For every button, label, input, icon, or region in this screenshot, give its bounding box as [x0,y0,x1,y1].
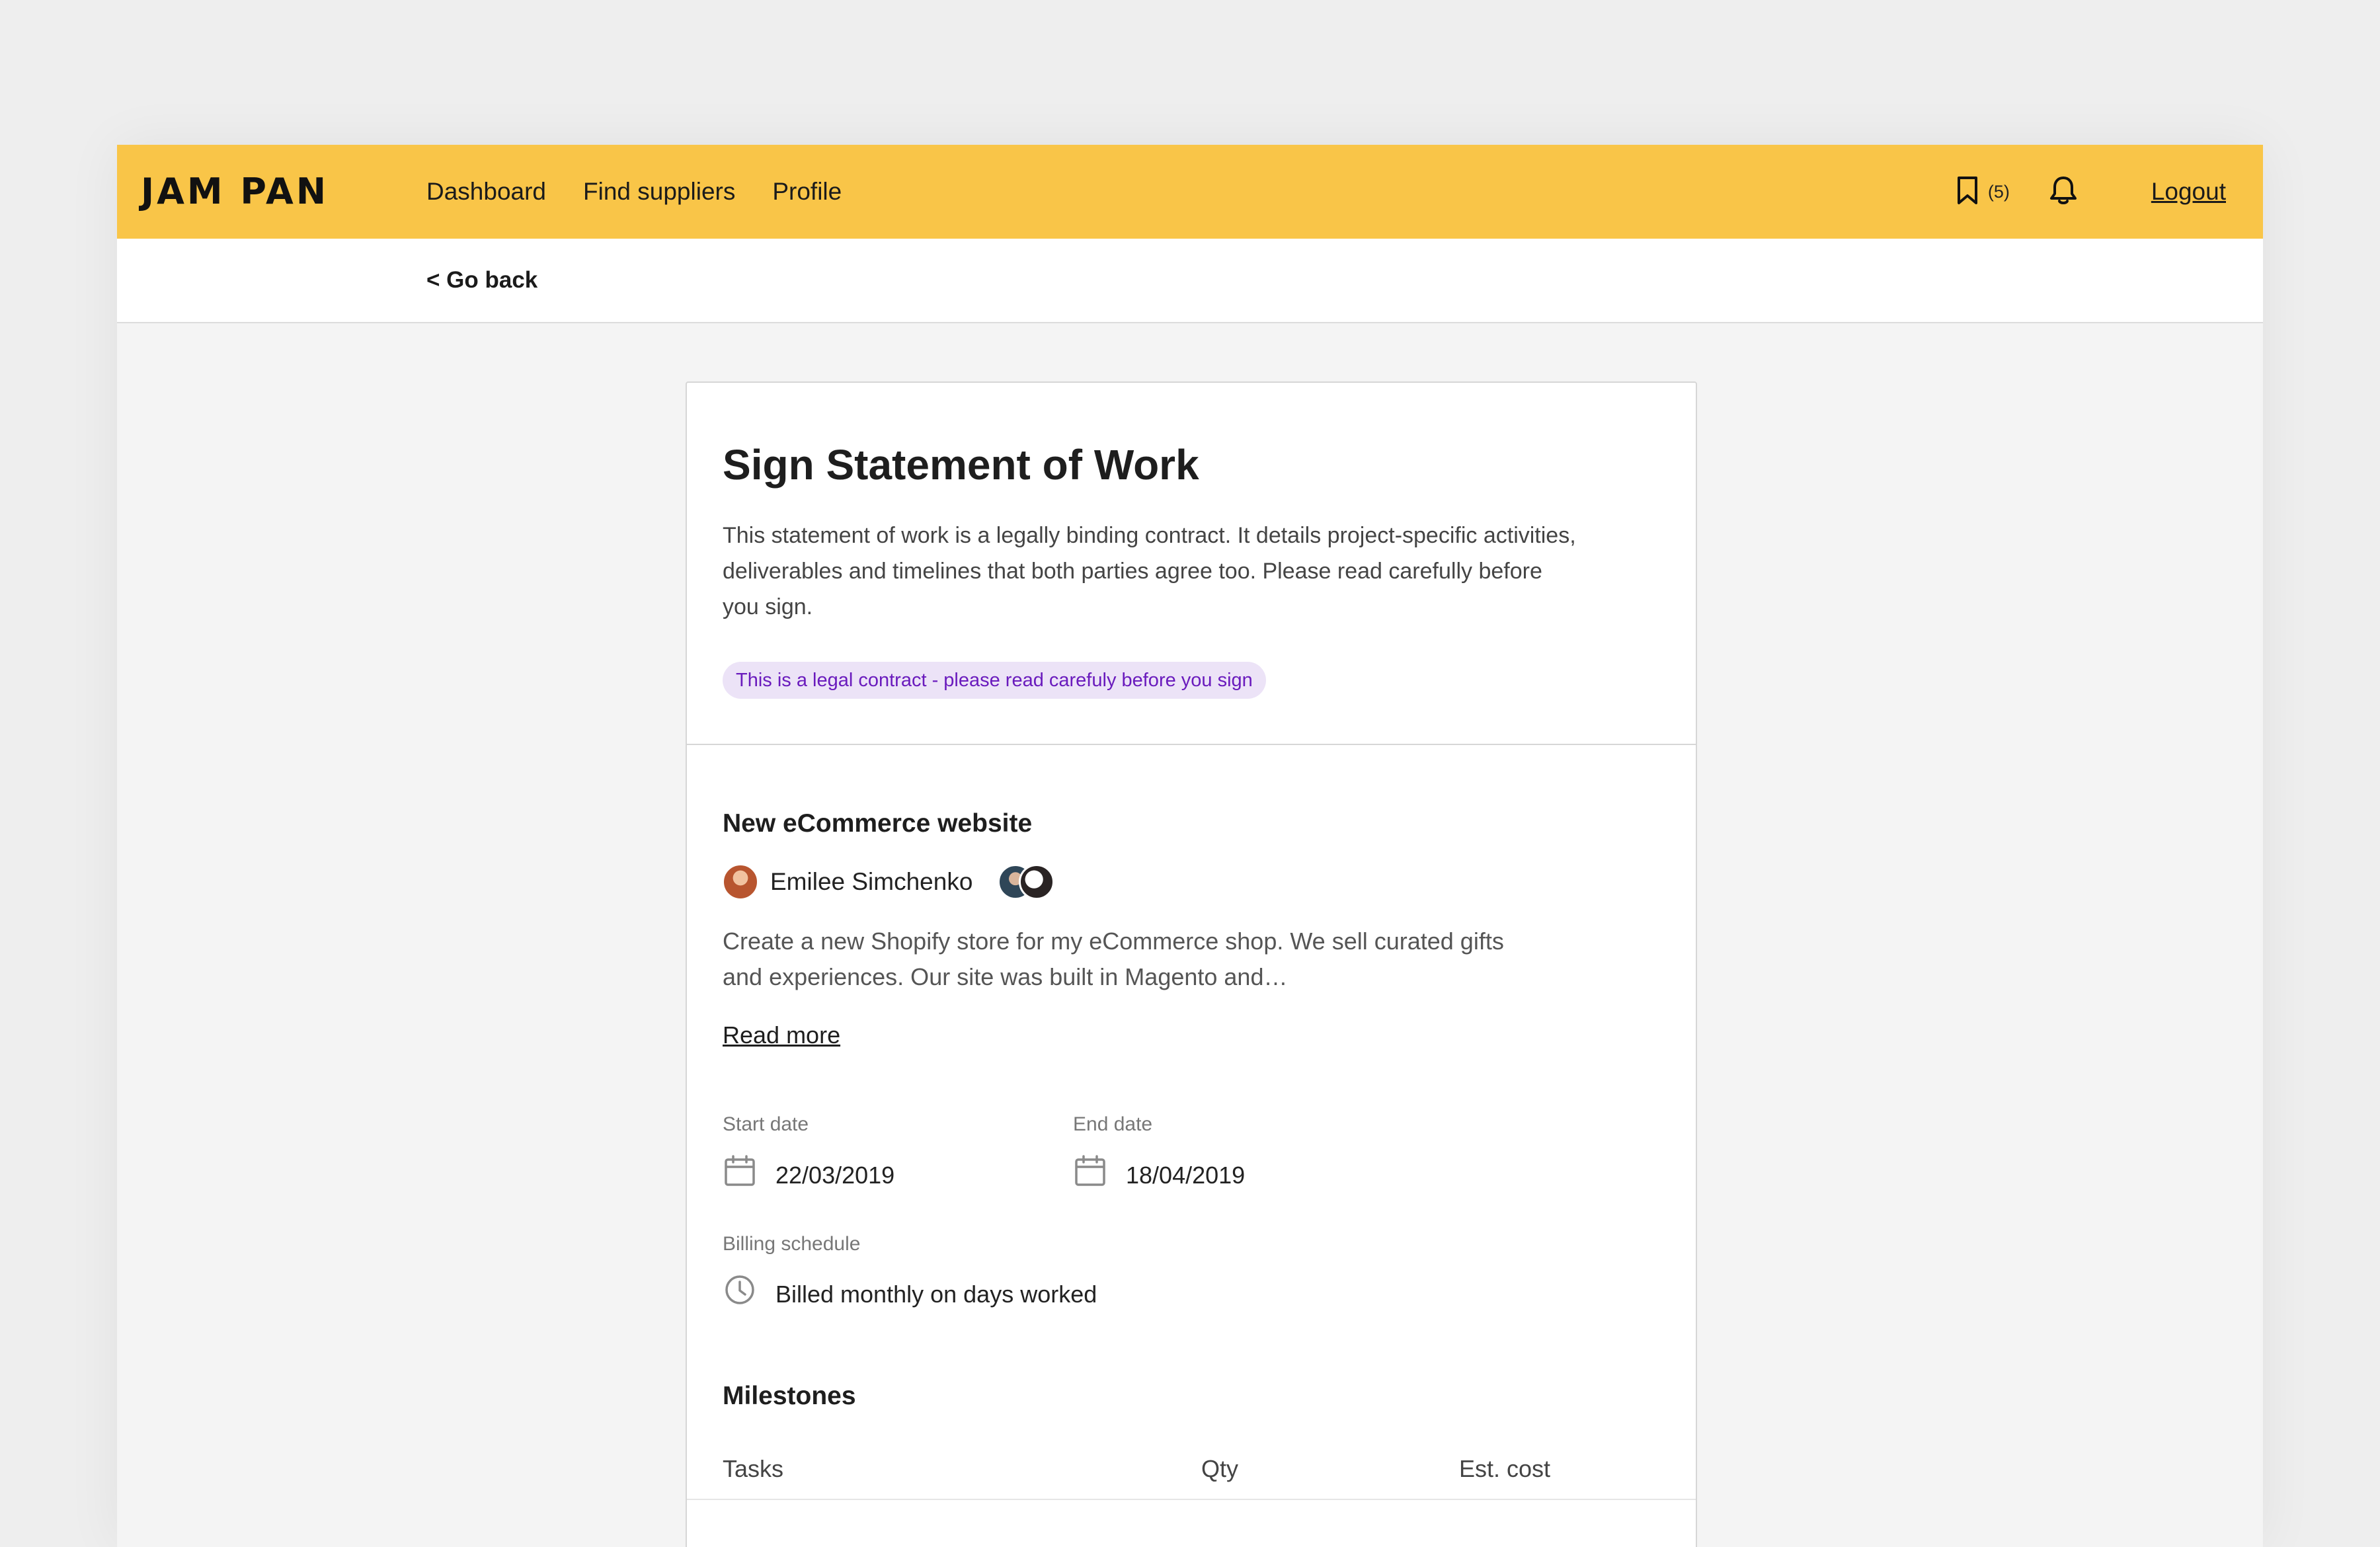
clock-icon [723,1273,757,1316]
start-date-label: Start date [723,1113,809,1135]
owner-avatar [723,864,758,900]
main-nav: Dashboard Find suppliers Profile [426,174,842,210]
nav-find-suppliers[interactable]: Find suppliers [583,174,735,210]
sub-navigation-bar: < Go back [117,239,2263,323]
bookmark-icon [1956,175,1979,209]
billing-schedule-label: Billing schedule [723,1233,861,1255]
collaborator-avatar [1019,864,1055,900]
billing-schedule-value: Billed monthly on days worked [775,1280,1097,1308]
column-header-qty: Qty [1201,1455,1239,1482]
project-people: Emilee Simchenko [723,863,1055,901]
start-date-field: 22/03/2019 [723,1154,894,1197]
owner-name: Emilee Simchenko [770,868,973,895]
header-actions: (5) Logout [1956,170,2226,214]
bell-icon [2048,175,2079,210]
project-title: New eCommerce website [723,809,1033,838]
end-date-label: End date [1073,1113,1153,1135]
logout-link[interactable]: Logout [2151,178,2226,206]
card-header: Sign Statement of Work This statement of… [687,383,1696,745]
column-header-est-cost: Est. cost [1459,1455,1551,1482]
page-title: Sign Statement of Work [723,441,1199,489]
nav-dashboard[interactable]: Dashboard [426,174,546,210]
read-more-link[interactable]: Read more [723,1019,840,1052]
nav-profile[interactable]: Profile [772,174,842,210]
bookmarks-button[interactable]: (5) [1956,175,2010,209]
legal-notice-badge: This is a legal contract - please read c… [723,662,1266,699]
logo: JAM PAN [141,171,329,212]
project-description: Create a new Shopify store for my eComme… [723,928,1504,990]
collaborator-avatars[interactable] [998,864,1055,900]
milestones-title: Milestones [723,1382,856,1410]
intro-text: This statement of work is a legally bind… [723,523,1576,619]
go-back-link[interactable]: < Go back [426,265,537,296]
column-header-tasks: Tasks [723,1455,784,1482]
calendar-icon [723,1154,757,1197]
notifications-button[interactable] [2048,175,2079,210]
billing-schedule-field: Billed monthly on days worked [723,1273,1097,1316]
calendar-icon [1073,1154,1107,1197]
statement-of-work-card: Sign Statement of Work This statement of… [686,381,1697,1547]
app-window: JAM PAN Dashboard Find suppliers Profile… [117,145,2263,1547]
milestones-table-header: Tasks Qty Est. cost [687,1441,1696,1500]
end-date-value: 18/04/2019 [1126,1161,1246,1189]
start-date-value: 22/03/2019 [775,1161,895,1189]
end-date-field: 18/04/2019 [1073,1154,1245,1197]
top-navigation-bar: JAM PAN Dashboard Find suppliers Profile… [117,145,2263,239]
bookmarks-count: (5) [1987,181,2010,202]
